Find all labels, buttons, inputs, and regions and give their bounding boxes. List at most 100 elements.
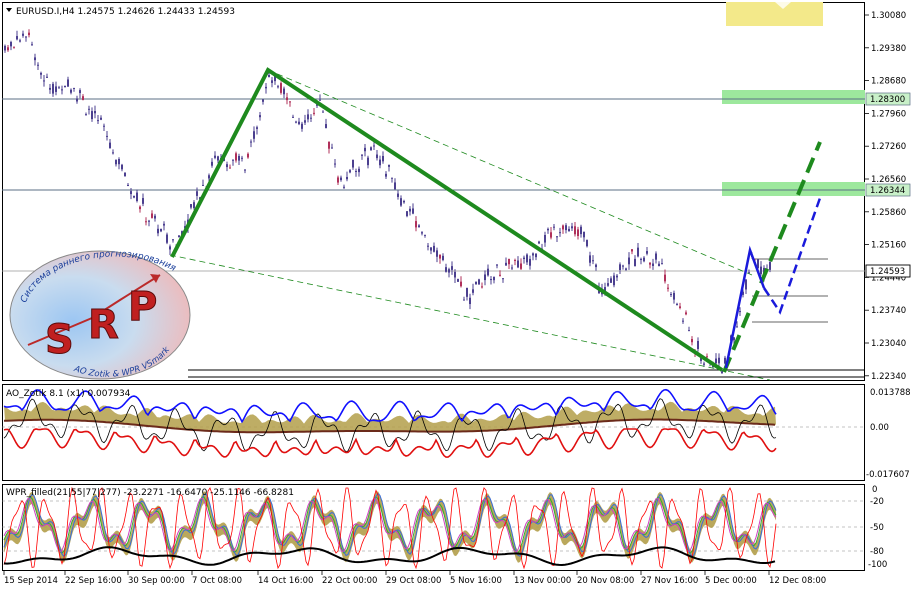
- candle-body: [37, 64, 39, 66]
- candle-body: [586, 240, 588, 247]
- candle-body: [655, 253, 657, 260]
- candle-body: [769, 261, 771, 270]
- candle-body: [178, 235, 180, 238]
- time-axis-label: 15 Sep 2014: [4, 576, 58, 586]
- time-axis-label: 13 Nov 00:00: [514, 576, 571, 586]
- candle-body: [88, 108, 90, 110]
- candle-body: [490, 279, 492, 281]
- candle-body: [472, 289, 474, 293]
- candle-body: [685, 312, 687, 315]
- ao-axis-bottom: -0.017607: [866, 470, 910, 480]
- candle-body: [331, 147, 333, 149]
- time-axis-label: 20 Nov 08:00: [577, 576, 634, 586]
- candle-body: [100, 117, 102, 120]
- candle-body: [568, 228, 570, 232]
- candle-body: [370, 147, 372, 151]
- candle-body: [79, 90, 81, 94]
- candle-body: [430, 247, 432, 251]
- candle-body: [229, 167, 231, 169]
- resistance-zone-1: [722, 90, 865, 104]
- candle-body: [337, 177, 339, 183]
- candle-body: [496, 264, 498, 266]
- candle-body: [166, 234, 168, 243]
- candle-body: [664, 274, 666, 282]
- time-axis-label: 22 Sep 16:00: [65, 576, 122, 586]
- candle-body: [250, 141, 252, 143]
- candle-body: [475, 281, 477, 285]
- candle-body: [619, 264, 621, 270]
- candle-body: [103, 125, 105, 127]
- candle-body: [436, 250, 438, 257]
- candle-body: [562, 225, 564, 230]
- candle-body: [127, 184, 129, 187]
- candle-body: [55, 86, 57, 92]
- candle-body: [319, 99, 321, 101]
- candle-body: [640, 258, 642, 260]
- candle-body: [268, 74, 270, 78]
- candle-body: [226, 164, 228, 168]
- candle-body: [658, 263, 660, 267]
- logo-letter-s: S: [45, 317, 74, 363]
- candle-body: [358, 168, 360, 173]
- candle-body: [190, 204, 192, 208]
- time-axis-label: 22 Oct 00:00: [322, 576, 377, 586]
- candle-body: [610, 278, 612, 283]
- candle-body: [481, 286, 483, 288]
- candle-body: [574, 226, 576, 235]
- candle-body: [346, 176, 348, 180]
- candle-body: [451, 266, 453, 270]
- candle-body: [511, 267, 513, 269]
- price-axis-label: 1.28680: [871, 77, 906, 87]
- candle-body: [238, 155, 240, 161]
- candle-body: [310, 117, 312, 119]
- price-axis-label: 1.23740: [871, 306, 906, 316]
- candle-body: [298, 121, 300, 125]
- candle-body: [343, 186, 345, 188]
- candle-body: [571, 226, 573, 229]
- candle-body: [529, 258, 531, 266]
- wpr-axis-100: -100: [868, 560, 887, 570]
- candle-body: [349, 170, 351, 173]
- candle-body: [94, 111, 96, 114]
- candle-body: [409, 208, 411, 212]
- candle-body: [547, 228, 549, 231]
- candle-body: [373, 145, 375, 147]
- wpr-axis-50: -50: [870, 523, 884, 533]
- candle-body: [460, 281, 462, 287]
- candle-body: [556, 236, 558, 238]
- candle-body: [49, 87, 51, 90]
- candle-body: [136, 192, 138, 201]
- candle-body: [583, 231, 585, 238]
- candle-body: [736, 326, 738, 328]
- price-axis-label: 1.27260: [871, 142, 906, 152]
- price-axis-label: 1.26560: [871, 175, 906, 185]
- candle-body: [679, 306, 681, 309]
- price-tag-level-1-text: 1.28300: [870, 95, 905, 105]
- candle-body: [253, 131, 255, 139]
- candle-body: [46, 76, 48, 78]
- candle-body: [163, 223, 165, 226]
- candle-body: [739, 311, 741, 313]
- candle-body: [559, 232, 561, 234]
- logo-letter-p: P: [128, 284, 157, 330]
- candle-body: [277, 86, 279, 88]
- candle-body: [247, 153, 249, 158]
- candle-body: [259, 115, 261, 118]
- candle-body: [595, 264, 597, 268]
- candle-body: [415, 221, 417, 228]
- candle-body: [484, 274, 486, 281]
- candle-body: [376, 154, 378, 159]
- candle-body: [160, 228, 162, 232]
- candle-body: [463, 299, 465, 301]
- price-axis-label: 1.25160: [871, 241, 906, 251]
- candle-body: [58, 87, 60, 89]
- candle-body: [361, 154, 363, 156]
- candle-body: [295, 121, 297, 123]
- trading-chart-window[interactable]: Система раннего прогнозирования AO Zotik…: [0, 0, 911, 588]
- candle-body: [394, 182, 396, 190]
- candle-body: [493, 276, 495, 281]
- candle-body: [64, 85, 66, 88]
- candle-body: [22, 33, 24, 36]
- candle-body: [115, 159, 117, 165]
- candle-body: [466, 287, 468, 297]
